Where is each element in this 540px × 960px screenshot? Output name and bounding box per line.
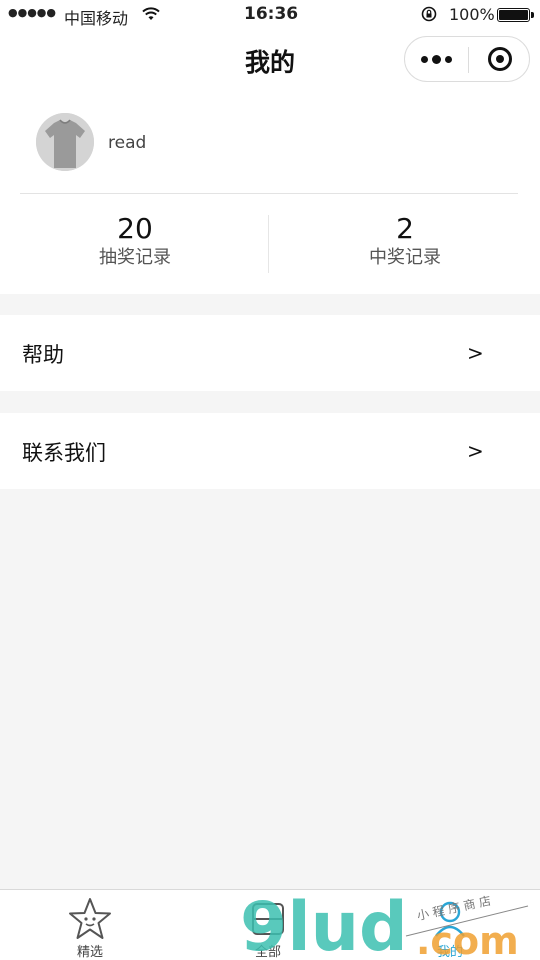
carrier-name: 中国移动 [64, 9, 129, 28]
stat-label: 中奖记录 [369, 247, 441, 268]
tab-featured[interactable]: 精选 [0, 890, 180, 960]
battery-percentage: 100% [449, 5, 495, 24]
miniprogram-capsule [404, 36, 530, 82]
chevron-right-icon: > [467, 341, 484, 365]
divider [20, 193, 518, 194]
star-icon [69, 898, 111, 939]
tab-label: 我的 [436, 945, 463, 960]
stat-label: 抽奖记录 [99, 247, 171, 268]
tab-label: 全部 [254, 945, 281, 960]
target-circle-icon [488, 47, 512, 71]
tab-mine[interactable]: 我的 [360, 890, 540, 960]
nav-bar: 我的 [0, 30, 540, 90]
clock: 16:36 [244, 4, 299, 24]
tshirt-icon [36, 113, 94, 171]
close-miniprogram-button[interactable] [469, 37, 531, 81]
rotation-lock-icon [421, 6, 437, 22]
more-options-button[interactable] [405, 37, 468, 81]
menu-item-help[interactable]: 帮助 > [0, 315, 540, 391]
avatar[interactable] [36, 113, 94, 171]
stat-value: 2 [396, 212, 414, 245]
menu-item-label: 联系我们 [22, 441, 106, 465]
stat-winning-records[interactable]: 2 中奖记录 [270, 212, 540, 270]
battery-icon [497, 8, 534, 22]
stat-value: 20 [117, 212, 153, 245]
chevron-right-icon: > [467, 439, 484, 463]
more-dot-icon [432, 54, 441, 64]
username: read [108, 133, 147, 153]
user-icon [435, 901, 465, 937]
menu-item-contact-us[interactable]: 联系我们 > [0, 413, 540, 489]
stat-divider [268, 215, 269, 273]
tab-bar: 精选 全部 我的 [0, 889, 540, 960]
wifi-icon [142, 7, 160, 20]
more-dot-icon [421, 55, 428, 63]
profile-card: read 20 抽奖记录 2 中奖记录 [0, 90, 540, 294]
tab-label: 精选 [76, 945, 103, 960]
menu-item-label: 帮助 [22, 343, 64, 367]
more-dot-icon [445, 55, 452, 63]
signal-strength-icon: ●●●●● [8, 6, 56, 19]
tab-all[interactable]: 全部 [178, 890, 358, 960]
grid-icon [252, 903, 284, 935]
stat-lottery-records[interactable]: 20 抽奖记录 [0, 212, 270, 270]
status-bar: ●●●●● 中国移动 16:36 100% [0, 0, 540, 30]
